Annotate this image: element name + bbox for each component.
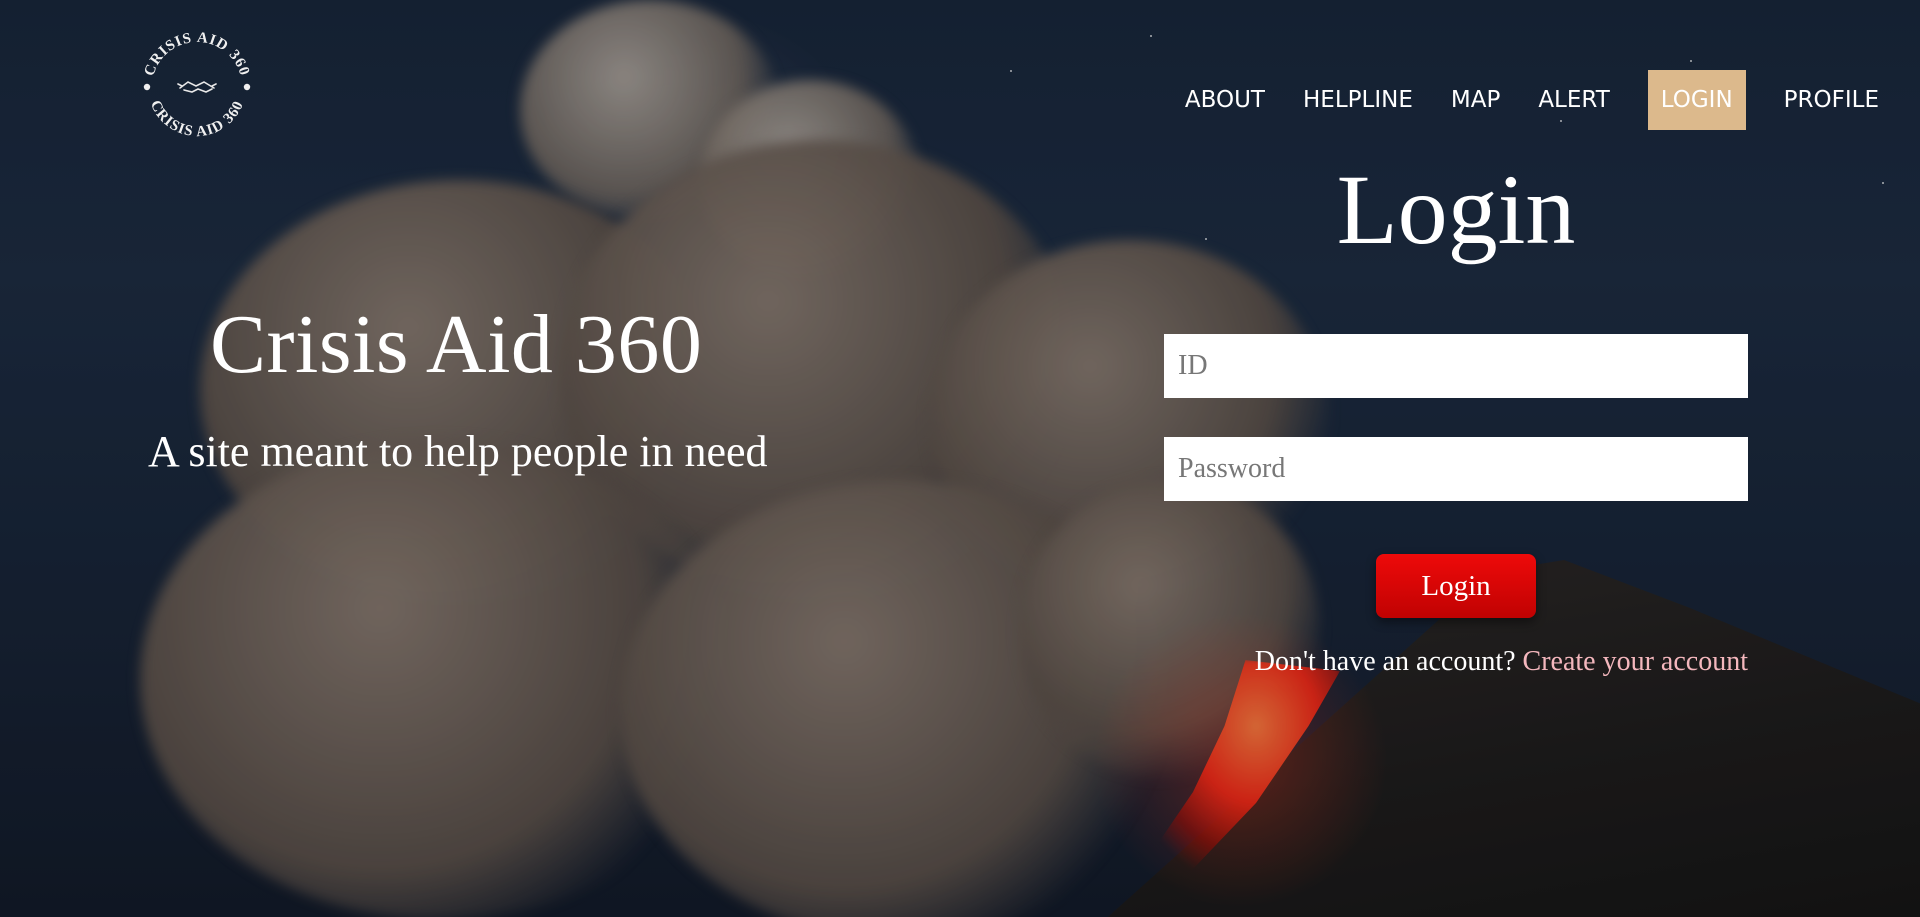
nav-item-map[interactable]: MAP [1432, 70, 1519, 130]
login-heading: Login [1336, 154, 1576, 265]
signup-prompt-line: Don't have an account? Create your accou… [1255, 646, 1748, 678]
id-input[interactable] [1164, 334, 1748, 398]
nav-item-alert[interactable]: ALERT [1519, 70, 1628, 130]
logo-badge: CRISIS AID 360 CRISIS AID 360 [142, 30, 253, 141]
create-account-link[interactable]: Create your account [1523, 646, 1748, 677]
logo-text-top: CRISIS AID 360 [142, 30, 252, 78]
password-input[interactable] [1164, 437, 1748, 501]
logo-dot-left [143, 83, 151, 91]
page: CRISIS AID 360 CRISIS AID 360 ABOUT HELP… [0, 0, 1920, 917]
handshake-icon [177, 81, 217, 93]
hero-title: Crisis Aid 360 [210, 298, 703, 391]
hero-subtitle: A site meant to help people in need [148, 427, 768, 476]
svg-text:CRISIS AID 360: CRISIS AID 360 [147, 98, 247, 140]
signup-prompt-text: Don't have an account? [1254, 646, 1516, 677]
main-navigation: ABOUT HELPLINE MAP ALERT LOGIN PROFILE [1166, 70, 1898, 130]
svg-text:CRISIS AID 360: CRISIS AID 360 [142, 30, 253, 78]
logo-dot-right [243, 83, 251, 91]
site-logo[interactable]: CRISIS AID 360 CRISIS AID 360 [136, 26, 258, 148]
nav-item-about[interactable]: ABOUT [1166, 70, 1284, 130]
nav-item-login[interactable]: LOGIN [1647, 70, 1746, 130]
nav-item-profile[interactable]: PROFILE [1765, 70, 1898, 130]
nav-item-helpline[interactable]: HELPLINE [1284, 70, 1432, 130]
logo-text-bottom: CRISIS AID 360 [147, 98, 246, 140]
login-button[interactable]: Login [1376, 554, 1536, 618]
